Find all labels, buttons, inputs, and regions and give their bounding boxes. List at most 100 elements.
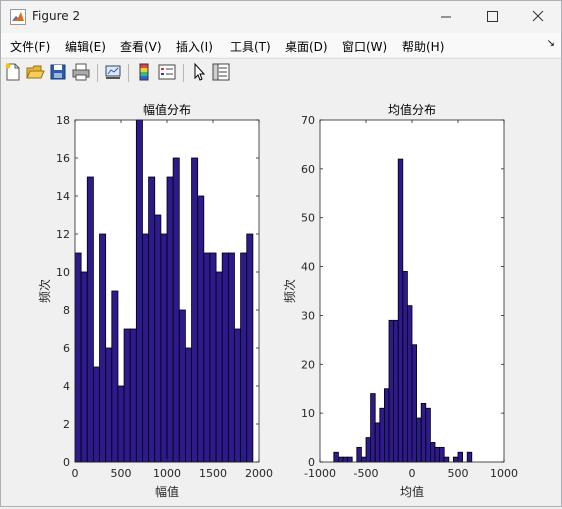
x-axis-label: 幅值 [155,484,179,499]
y-tick-label: 10 [56,266,70,279]
histogram-bar [370,393,376,463]
y-axis-label: 频次 [283,279,297,303]
y-axis-label: 频次 [38,279,52,303]
histogram-bar [80,271,88,463]
histogram-bar [148,176,156,463]
histogram-bar [360,456,367,463]
histogram-bar [365,437,371,463]
histogram-bar [86,176,94,463]
x-tick-label: 0 [409,467,416,480]
x-tick-label: 500 [448,467,469,480]
x-tick-label: 1000 [490,467,518,480]
histogram-bar [393,319,399,463]
minimize-button[interactable] [423,1,469,33]
y-tick-label: 30 [301,309,315,322]
menu-view[interactable]: 查看(V) [120,38,162,55]
histogram-bar [452,456,459,463]
histogram-bar [420,402,427,463]
y-tick-label: 40 [301,261,315,274]
x-tick-label: 500 [111,467,132,480]
histogram-bar [203,252,211,463]
dock-arrow-icon[interactable]: ↘ [547,38,555,49]
histogram-bar [388,319,394,463]
figure-canvas[interactable]: 0 500 1000 1500 2000 0 2 4 6 8 10 12 14 16 18 幅值分布 幅值 频次 -… [1,86,561,506]
y-tick-label: 20 [301,358,315,371]
histogram-bar [434,446,440,463]
x-tick-label: 1500 [199,467,227,480]
legend-icon[interactable] [157,62,177,82]
histogram-bar [240,252,248,463]
histogram-bar [439,446,445,463]
y-tick-label: 6 [63,342,70,355]
histogram-bar [337,456,344,463]
histogram-bar [105,347,113,463]
histogram-bar [117,385,125,463]
menu-help[interactable]: 帮助(H) [402,38,444,55]
histogram-bar [215,271,223,463]
histogram-bar [209,252,217,463]
histogram-bar [142,233,150,463]
histogram-bar [406,305,413,463]
print-icon[interactable] [71,62,91,82]
histogram-bar [374,422,381,463]
histogram-bar [221,252,229,463]
histogram-bar [197,195,205,463]
y-tick-label: 0 [63,456,70,469]
histogram-bar [185,347,192,463]
histogram-bar [74,252,82,463]
histogram-bar [383,388,390,463]
open-file-icon[interactable] [25,62,45,82]
x-tick-label: -500 [354,467,379,480]
histogram-bar [172,157,180,463]
histogram-bar [411,344,417,463]
histogram-bar [402,271,408,463]
histogram-bar [443,456,450,463]
chart-title: 幅值分布 [143,102,191,117]
link-plot-icon[interactable] [103,62,123,82]
title-bar[interactable]: Figure 2 [1,1,561,33]
histogram-bar [135,119,143,463]
histogram-bar [347,456,353,463]
histogram-bar [178,309,186,463]
matlab-app-icon [10,9,26,25]
menu-insert[interactable]: 插入(I) [176,38,213,55]
menu-edit[interactable]: 编辑(E) [65,38,106,55]
menu-window[interactable]: 窗口(W) [342,38,387,55]
menu-bar: 文件(F) 编辑(E) 查看(V) 插入(I) 工具(T) 桌面(D) 窗口(W… [1,33,561,57]
histogram-bar [342,456,348,463]
save-icon[interactable] [48,62,68,82]
new-figure-icon[interactable] [3,62,23,82]
figure-window: Figure 2 文件(F) 编辑(E) 查看(V) 插入(I) 工具(T) 桌… [0,0,562,507]
maximize-button[interactable] [469,1,515,33]
histogram-bar [466,451,473,463]
histogram-bar [129,328,137,463]
y-tick-label: 14 [56,190,70,203]
histogram-bar [160,233,168,463]
y-tick-label: 16 [56,152,70,165]
colorbar-icon[interactable] [134,62,154,82]
y-tick-label: 4 [63,380,70,393]
close-button[interactable] [515,1,561,33]
x-tick-label: 0 [72,467,79,480]
toolbar-separator [183,64,184,82]
histogram-bar [356,446,362,463]
y-tick-label: 2 [63,418,70,431]
pointer-icon[interactable] [189,62,209,82]
histogram-bar [227,252,235,463]
histogram-bar [457,451,463,463]
histogram-bar [425,407,431,463]
histogram-bar [416,417,422,463]
histogram-bar [111,290,119,463]
y-tick-label: 70 [301,114,315,127]
histogram-bar [234,328,242,463]
property-inspector-icon[interactable] [211,62,231,82]
histogram-bar [154,214,162,463]
y-tick-label: 60 [301,163,315,176]
y-tick-label: 12 [56,228,70,241]
y-tick-label: 0 [308,456,315,469]
menu-file[interactable]: 文件(F) [10,38,50,55]
menu-desktop[interactable]: 桌面(D) [285,38,328,55]
histogram-bar [123,328,131,463]
histogram-bar [397,158,404,463]
menu-tools[interactable]: 工具(T) [230,38,271,55]
